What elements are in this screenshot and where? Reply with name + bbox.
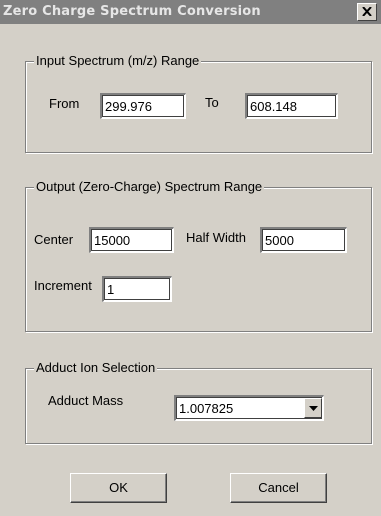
half-width-label: Half Width [186,230,246,245]
increment-field[interactable]: 1 [102,276,172,302]
increment-label: Increment [34,278,92,293]
adduct-mass-label: Adduct Mass [48,393,124,408]
close-button[interactable] [357,3,377,21]
dropdown-button[interactable] [304,398,322,418]
ok-button[interactable]: OK [70,473,167,503]
adduct-group: Adduct Ion Selection Adduct Mass 1.00782… [25,360,372,444]
chevron-down-icon [309,406,318,411]
title-bar: Zero Charge Spectrum Conversion [0,0,381,24]
input-range-legend: Input Spectrum (m/z) Range [34,53,202,68]
from-label: From [49,96,80,111]
window-title: Zero Charge Spectrum Conversion [3,4,261,19]
output-range-group: Output (Zero-Charge) Spectrum Range Cent… [25,179,372,332]
from-field[interactable]: 299.976 [100,93,186,119]
half-width-field[interactable]: 5000 [260,227,347,253]
output-range-legend: Output (Zero-Charge) Spectrum Range [34,179,265,194]
input-range-group: Input Spectrum (m/z) Range From 299.976 … [25,53,372,153]
cancel-button[interactable]: Cancel [230,473,327,503]
close-icon [362,7,372,16]
adduct-mass-value: 1.007825 [179,401,234,416]
center-field[interactable]: 15000 [89,227,174,253]
to-field[interactable]: 608.148 [245,93,338,119]
to-label: To [205,95,219,110]
adduct-mass-select[interactable]: 1.007825 [174,395,324,421]
adduct-legend: Adduct Ion Selection [34,360,158,375]
center-label: Center [34,232,74,247]
